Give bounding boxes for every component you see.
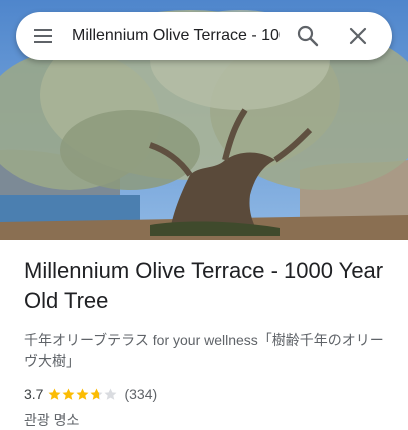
star-icon [48,388,61,400]
close-icon [349,27,367,45]
star-icon [76,388,89,400]
rating-row[interactable]: 3.7 (334) [24,384,396,404]
star-icon [90,388,103,400]
search-bar[interactable]: Millennium Olive Terrace - 1000 Year Old… [16,12,392,60]
place-title: Millennium Olive Terrace - 1000 Year Old… [24,258,384,313]
search-input[interactable]: Millennium Olive Terrace - 1000 Year Old… [72,27,280,45]
menu-button[interactable] [32,24,56,48]
close-button[interactable] [346,24,370,48]
star-icon [104,388,117,400]
search-button[interactable] [296,24,320,48]
place-category[interactable]: 관광 명소 [24,410,396,430]
menu-icon [34,29,52,43]
rating-stars [48,388,118,401]
rating-value: 3.7 [24,386,44,402]
place-subtitle: 千年オリーブテラス for your wellness「樹齢千年のオリーヴ大樹」 [24,332,384,369]
search-icon [297,25,319,47]
review-count[interactable]: (334) [124,386,157,402]
star-icon [62,388,75,400]
place-info: Millennium Olive Terrace - 1000 Year Old… [24,250,396,430]
